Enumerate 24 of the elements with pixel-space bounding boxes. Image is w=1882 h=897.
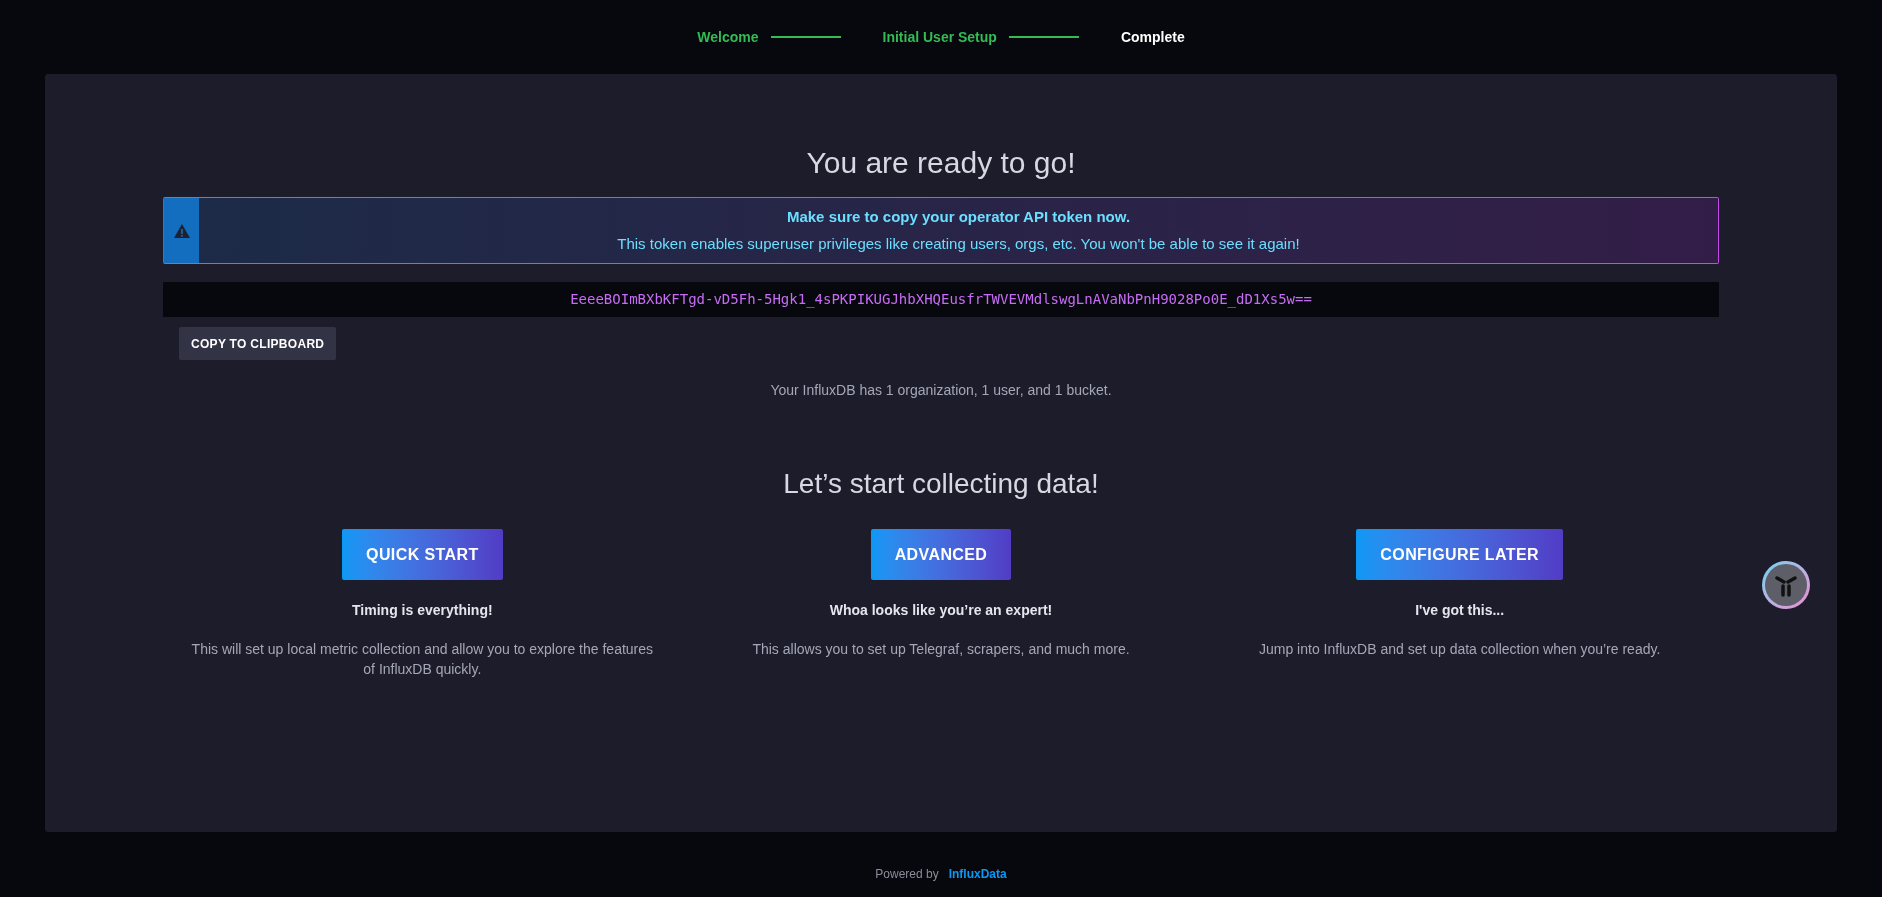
step-label: Welcome xyxy=(697,27,759,47)
summary-text: Your InfluxDB has 1 organization, 1 user, and 1 bucket. xyxy=(770,381,1112,400)
step-connector xyxy=(1008,36,1079,38)
option-heading: Whoa looks like you’re an expert! xyxy=(829,601,1053,620)
copy-button[interactable]: COPY TO CLIPBOARD xyxy=(179,327,337,360)
footer-text: Powered by xyxy=(875,866,939,883)
brand-link[interactable]: InfluxData xyxy=(948,865,1007,883)
option-heading: I've got this... xyxy=(1415,601,1505,620)
page-title: You are ready to go! xyxy=(806,145,1076,181)
section-heading: Let’s start collecting data! xyxy=(783,467,1099,501)
step-connector xyxy=(770,36,841,38)
option-button[interactable]: CONFIGURE LATER xyxy=(1356,529,1563,580)
option-button[interactable]: ADVANCED xyxy=(870,529,1012,580)
option-description: Jump into InfluxDB and set up data collection when you’re ready. xyxy=(1259,640,1661,659)
alert-text: This token enables superuser privileges like creating users, orgs, etc. You won't be able to see it again! xyxy=(617,233,1300,254)
option-button[interactable]: QUICK START xyxy=(342,529,503,580)
alert-heading: Make sure to copy your operator API token now. xyxy=(786,207,1131,227)
option-description: This allows you to set up Telegraf, scrapers, and much more. xyxy=(752,640,1130,659)
option-heading: Timing is everything! xyxy=(352,601,493,620)
token-field: EeeeBOImBXbKFTgd-vD5Fh-5Hgk1_4sPKPIKUGJhbXHQEusfrTWVEVMdlswgLnAVaNbPnH9028Po0E_dD1Xs5w== xyxy=(163,282,1719,317)
step-label: Initial User Setup xyxy=(882,27,997,47)
warning-icon xyxy=(172,222,191,239)
step-label: Complete xyxy=(1120,27,1185,47)
option-description: This will set up local metric collection and allow you to explore the features of InfluxDB quickly. xyxy=(190,640,655,679)
